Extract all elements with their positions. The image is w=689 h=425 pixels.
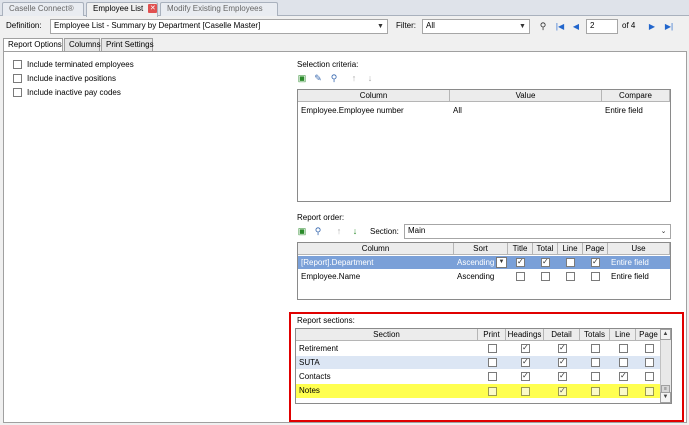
table-cell[interactable]: All <box>450 104 602 117</box>
definition-select[interactable]: Employee List - Summary by Department [C… <box>50 19 388 34</box>
chevron-down-icon[interactable]: ▼ <box>496 257 507 268</box>
previous-page-icon[interactable]: ◀ <box>570 20 582 33</box>
report-order-title: Report order: <box>297 213 345 222</box>
table-cell[interactable]: [Report].Department <box>298 256 454 269</box>
table-cell[interactable]: Entire field <box>602 104 670 117</box>
table-cell[interactable]: Ascending <box>454 270 508 283</box>
filter-value: All <box>426 21 435 30</box>
tab-employee-list[interactable]: Employee List ✕ <box>86 2 158 17</box>
tab-print-settings[interactable]: Print Settings <box>101 38 154 51</box>
next-page-icon[interactable]: ▶ <box>646 20 658 33</box>
column-header[interactable]: Column <box>298 90 450 102</box>
total-checkbox[interactable] <box>541 257 550 267</box>
section-label: Section: <box>370 227 399 236</box>
value-header[interactable]: Value <box>450 90 602 102</box>
title-checkbox[interactable] <box>516 272 525 281</box>
filter-clear-icon[interactable]: ⚲ <box>538 21 548 31</box>
include-inactive-paycodes-label: Include inactive pay codes <box>27 88 121 97</box>
line-checkbox[interactable] <box>566 272 575 281</box>
chevron-down-icon: ⌄ <box>660 228 667 235</box>
table-cell[interactable]: Ascending <box>454 256 496 269</box>
table-cell[interactable]: Entire field <box>608 270 670 283</box>
table-cell[interactable]: Employee.Name <box>298 270 454 283</box>
annotation-highlight-box <box>289 312 684 422</box>
filter-select[interactable]: All ▼ <box>422 19 530 34</box>
sort-header[interactable]: Sort <box>454 243 508 255</box>
edit-row-icon[interactable]: ✎ <box>313 73 323 83</box>
table-cell[interactable]: Employee.Employee number <box>298 104 450 117</box>
tab-report-options[interactable]: Report Options <box>3 38 63 52</box>
tab-columns[interactable]: Columns <box>64 38 101 51</box>
page-number-input[interactable]: 2 <box>586 19 618 34</box>
table-cell[interactable]: Entire field <box>608 256 670 269</box>
use-header[interactable]: Use <box>608 243 670 255</box>
selection-criteria-grid: Column Value Compare Employee.Employee n… <box>297 89 671 202</box>
section-value: Main <box>408 226 426 235</box>
page-checkbox[interactable] <box>591 257 600 267</box>
last-page-icon[interactable]: ▶| <box>663 20 675 33</box>
include-inactive-paycodes-checkbox[interactable] <box>13 88 22 97</box>
definition-label: Definition: <box>6 21 42 30</box>
total-header[interactable]: Total <box>533 243 558 255</box>
tab-caselle-connect[interactable]: Caselle Connect® <box>2 2 84 16</box>
line-header[interactable]: Line <box>558 243 583 255</box>
move-up-icon[interactable]: ↑ <box>349 73 359 83</box>
move-down-icon[interactable]: ↓ <box>350 226 360 236</box>
chevron-down-icon: ▼ <box>377 23 384 30</box>
tab-modify-existing-employees[interactable]: Modify Existing Employees <box>160 2 278 16</box>
include-terminated-checkbox[interactable] <box>13 60 22 69</box>
move-up-icon[interactable]: ↑ <box>334 226 344 236</box>
section-select[interactable]: Main ⌄ <box>404 224 671 239</box>
move-down-icon[interactable]: ↓ <box>365 73 375 83</box>
page-header[interactable]: Page <box>583 243 608 255</box>
page-checkbox[interactable] <box>591 272 600 281</box>
title-header[interactable]: Title <box>508 243 533 255</box>
selection-criteria-title: Selection criteria: <box>297 60 359 69</box>
tab-label: Caselle Connect® <box>9 4 74 13</box>
definition-value: Employee List - Summary by Department [C… <box>54 21 261 30</box>
title-checkbox[interactable] <box>516 257 525 267</box>
column-header[interactable]: Column <box>298 243 454 255</box>
include-terminated-label: Include terminated employees <box>27 60 134 69</box>
compare-header[interactable]: Compare <box>602 90 670 102</box>
tab-label: Columns <box>69 40 101 49</box>
include-inactive-positions-checkbox[interactable] <box>13 74 22 83</box>
total-checkbox[interactable] <box>541 272 550 281</box>
chevron-down-icon: ▼ <box>519 23 526 30</box>
include-inactive-positions-label: Include inactive positions <box>27 74 116 83</box>
add-row-icon[interactable]: ▣ <box>297 226 307 236</box>
report-order-grid: Column Sort Title Total Line Page Use [R… <box>297 242 671 300</box>
tab-label: Report Options <box>8 40 62 49</box>
search-icon[interactable]: ⚲ <box>313 226 323 236</box>
tab-label: Print Settings <box>106 40 154 49</box>
add-row-icon[interactable]: ▣ <box>297 73 307 83</box>
page-total: of 4 <box>622 21 636 30</box>
close-icon[interactable]: ✕ <box>148 4 158 14</box>
tab-label: Modify Existing Employees <box>167 4 263 13</box>
search-icon[interactable]: ⚲ <box>329 73 339 83</box>
filter-label: Filter: <box>396 21 416 30</box>
first-page-icon[interactable]: |◀ <box>554 20 566 33</box>
line-checkbox[interactable] <box>566 258 575 267</box>
tab-label: Employee List <box>93 4 144 13</box>
